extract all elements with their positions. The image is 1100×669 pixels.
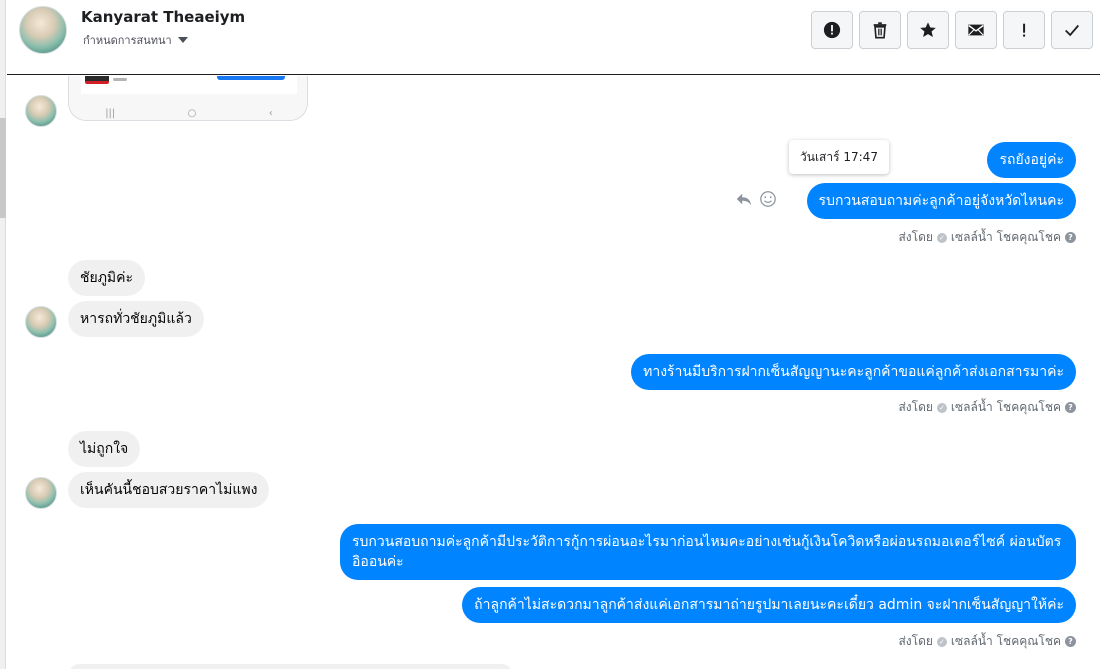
star-icon: [920, 22, 936, 38]
incoming-message[interactable]: เห็นคันนี้ชอบสวยราคาไม่แพง: [68, 472, 270, 508]
delete-button[interactable]: [859, 11, 901, 49]
sent-by-info: ส่งโดย ✓ เซลล์น้ำ โชคคุณโชค ?: [898, 398, 1076, 417]
incoming-message[interactable]: ไม่ถูกใจ: [68, 431, 141, 467]
attachment-preview: [81, 76, 297, 94]
phone-nav-bar: ||| ○ ‹: [69, 106, 307, 120]
mark-done-button[interactable]: [1051, 11, 1093, 49]
assign-conversation-dropdown[interactable]: กำหนดการสนทนา: [83, 31, 188, 49]
sent-by-prefix: ส่งโดย: [898, 634, 933, 648]
outgoing-message[interactable]: รถยังอยู่ค่ะ: [987, 142, 1076, 178]
caret-down-icon: [177, 37, 188, 43]
exclamation-circle-icon: [823, 21, 841, 39]
timestamp-tooltip: วันเสาร์ 17:47: [789, 140, 889, 174]
sender-name[interactable]: เซลล์น้ำ โชคคุณโชค: [951, 228, 1061, 247]
incoming-message-partial[interactable]: [68, 664, 513, 669]
back-icon: ‹: [268, 107, 273, 119]
check-icon: ✓: [936, 636, 947, 647]
help-icon[interactable]: ?: [1065, 232, 1076, 243]
outgoing-message[interactable]: ถ้าลูกค้าไม่สะดวกมาลูกค้าส่งแค่เอกสารมาถ…: [462, 587, 1076, 623]
contact-avatar[interactable]: [25, 306, 57, 338]
image-attachment[interactable]: ||| ○ ‹: [68, 76, 308, 121]
recent-apps-icon: |||: [105, 107, 116, 119]
check-icon: ✓: [936, 232, 947, 243]
sent-by-prefix: ส่งโดย: [898, 230, 933, 244]
sent-by-info: ส่งโดย ✓ เซลล์น้ำ โชคคุณโชค ?: [898, 228, 1076, 247]
message-hover-actions: [735, 190, 777, 208]
star-button[interactable]: [907, 11, 949, 49]
header-actions: [811, 11, 1093, 49]
contact-avatar[interactable]: [25, 95, 57, 127]
attachment-text-line: [113, 78, 127, 81]
left-scrollbar[interactable]: [0, 0, 6, 669]
outgoing-message[interactable]: ทางร้านมีบริการฝากเซ็นสัญญานะคะลูกค้าขอแ…: [631, 354, 1076, 390]
check-icon: ✓: [936, 402, 947, 413]
attachment-button: [217, 76, 285, 80]
sent-by-prefix: ส่งโดย: [898, 400, 933, 414]
sender-name[interactable]: เซลล์น้ำ โชคคุณโชค: [951, 398, 1061, 417]
left-scrollbar-thumb[interactable]: [0, 118, 6, 218]
assign-conversation-label: กำหนดการสนทนา: [83, 34, 172, 47]
outgoing-message[interactable]: รบกวนสอบถามค่ะลูกค้าอยู่จังหวัดไหนคะ: [806, 183, 1076, 219]
report-button[interactable]: [811, 11, 853, 49]
incoming-message[interactable]: ชัยภูมิค่ะ: [68, 260, 146, 296]
sent-by-info: ส่งโดย ✓ เซลล์น้ำ โชคคุณโชค ?: [898, 632, 1076, 651]
mark-unread-button[interactable]: [955, 11, 997, 49]
help-icon[interactable]: ?: [1065, 402, 1076, 413]
conversation-header: Kanyarat Theaeiym กำหนดการสนทนา: [7, 0, 1100, 75]
help-icon[interactable]: ?: [1065, 636, 1076, 647]
incoming-message[interactable]: หารถทั่วชัยภูมิแล้ว: [68, 301, 204, 337]
message-thread[interactable]: ||| ○ ‹ วันเสาร์ 17:47 รถยังอยู่ค่ะ รบกว…: [7, 76, 1100, 669]
home-icon: ○: [187, 107, 197, 119]
outgoing-message[interactable]: รบกวนสอบถามค่ะลูกค้ามีประวัติการกู้การผ่…: [340, 524, 1076, 580]
sender-name[interactable]: เซลล์น้ำ โชคคุณโชค: [951, 632, 1061, 651]
contact-avatar[interactable]: [25, 477, 57, 509]
exclamation-icon: [1023, 23, 1026, 37]
reply-icon[interactable]: [735, 190, 753, 208]
contact-name[interactable]: Kanyarat Theaeiym: [81, 8, 245, 26]
checkmark-icon: [1065, 24, 1079, 37]
follow-up-button[interactable]: [1003, 11, 1045, 49]
trash-icon: [873, 22, 887, 39]
contact-avatar[interactable]: [19, 6, 67, 54]
envelope-icon: [968, 24, 984, 36]
emoji-reaction-icon[interactable]: [759, 190, 777, 208]
attachment-thumbnail: [85, 76, 109, 84]
